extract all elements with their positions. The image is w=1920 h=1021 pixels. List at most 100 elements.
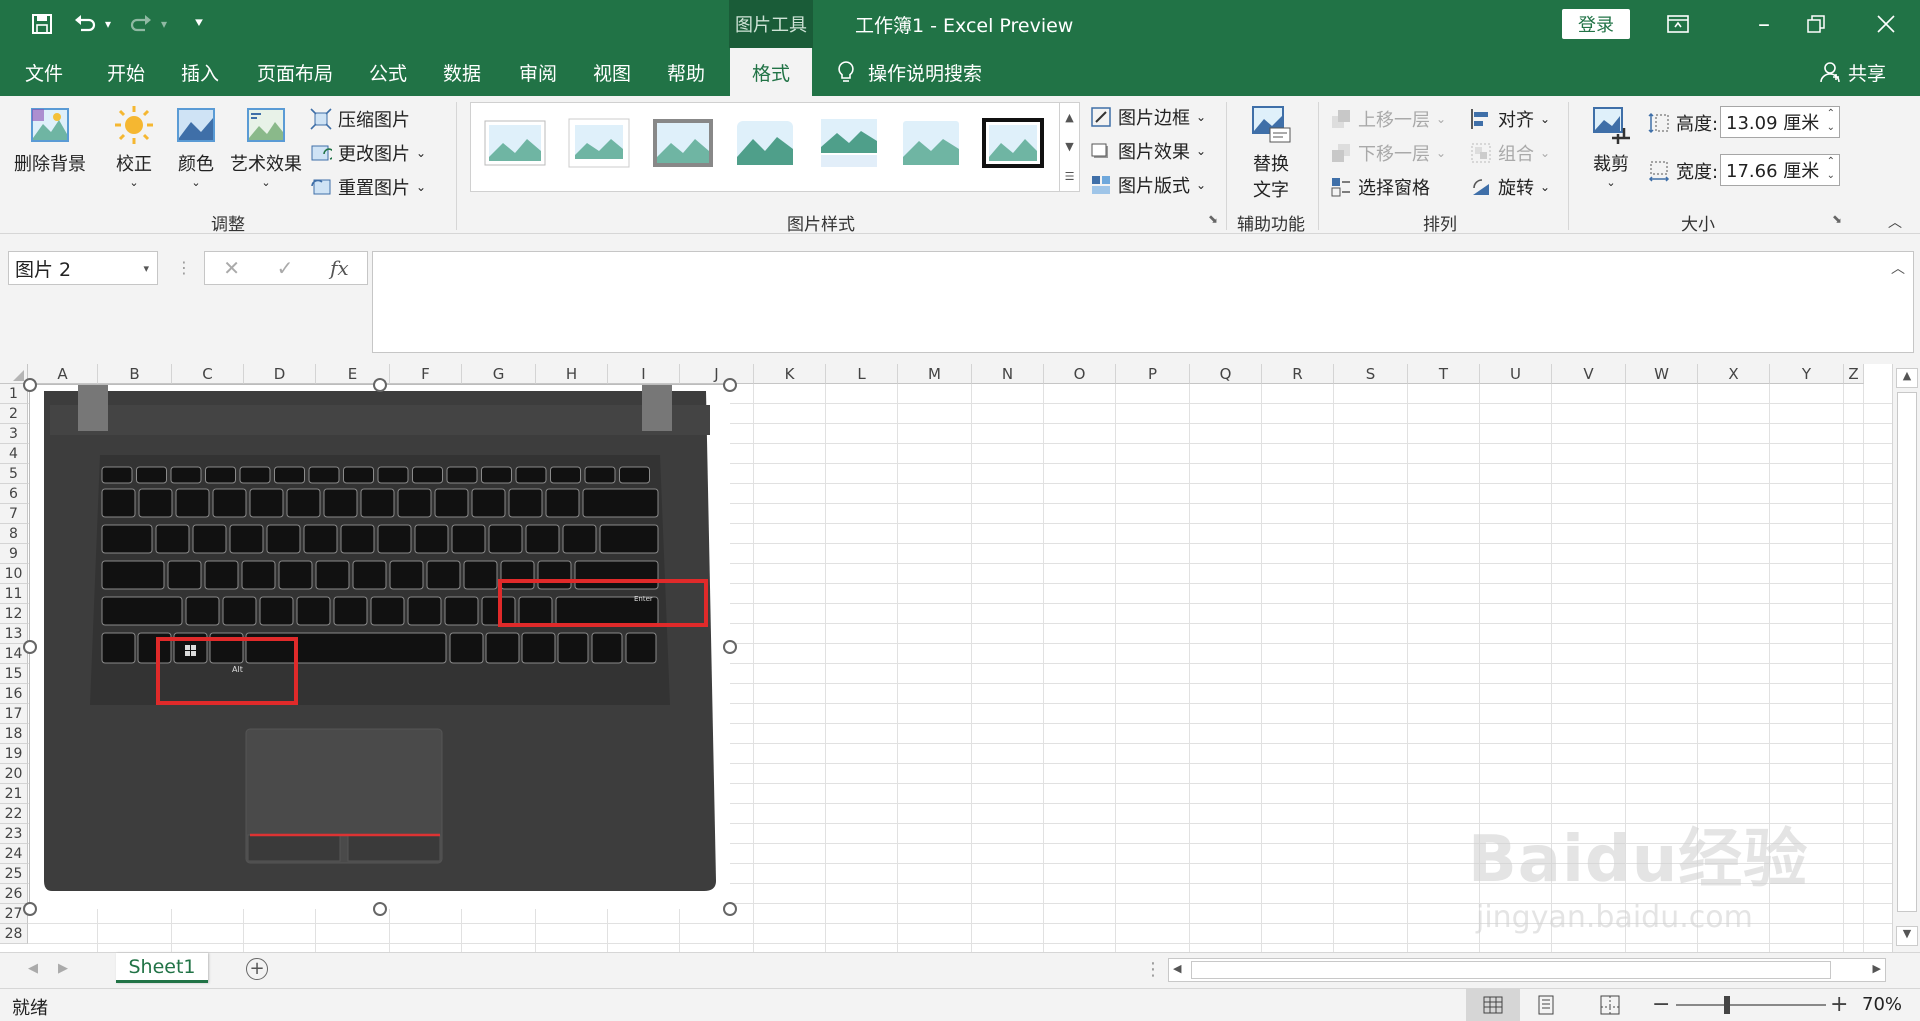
resize-handle-nw[interactable] xyxy=(23,378,37,392)
reset-picture-button[interactable]: 重置图片 ⌄ xyxy=(310,174,426,200)
column-header[interactable]: S xyxy=(1334,364,1408,384)
tell-me-search[interactable]: 操作说明搜索 xyxy=(836,48,982,96)
zoom-in-icon[interactable]: + xyxy=(1830,992,1848,1017)
row-header[interactable]: 22 xyxy=(0,804,28,824)
scroll-down-icon[interactable]: ▼ xyxy=(1896,926,1918,946)
width-input[interactable]: 17.66 厘米 ⌃ ⌄ xyxy=(1720,154,1840,186)
row-header[interactable]: 4 xyxy=(0,444,28,464)
sheet-tab-sheet1[interactable]: Sheet1 xyxy=(116,953,208,983)
name-box[interactable]: 图片 2 ▾ xyxy=(8,251,158,285)
column-header[interactable]: G xyxy=(462,364,536,384)
artistic-effects-button[interactable]: 艺术效果 ⌄ xyxy=(228,104,304,189)
width-spinner[interactable]: ⌃ ⌄ xyxy=(1827,155,1835,183)
restore-icon[interactable] xyxy=(1798,0,1834,48)
zoom-out-icon[interactable]: − xyxy=(1652,992,1670,1017)
login-button[interactable]: 登录 xyxy=(1562,9,1630,39)
column-header[interactable]: K xyxy=(754,364,826,384)
add-sheet-icon[interactable]: + xyxy=(246,958,268,980)
crop-button[interactable]: 裁剪 ⌄ xyxy=(1584,104,1638,189)
zoom-slider-thumb[interactable] xyxy=(1724,996,1730,1014)
scroll-right-icon[interactable]: ▶ xyxy=(1873,962,1881,975)
style-simple-frame[interactable] xyxy=(483,117,547,169)
tab-file[interactable]: 文件 xyxy=(14,48,74,96)
tab-page-layout[interactable]: 页面布局 xyxy=(250,48,340,96)
gallery-scroll[interactable]: ▲ ▼ ☰ xyxy=(1059,103,1079,191)
style-reflected[interactable] xyxy=(817,117,881,169)
row-header[interactable]: 20 xyxy=(0,764,28,784)
tab-help[interactable]: 帮助 xyxy=(656,48,716,96)
row-header[interactable]: 13 xyxy=(0,624,28,644)
column-header[interactable]: L xyxy=(826,364,898,384)
row-header[interactable]: 8 xyxy=(0,524,28,544)
vertical-scroll-thumb[interactable] xyxy=(1897,392,1917,912)
horizontal-scrollbar[interactable]: ◀ ▶ xyxy=(1168,958,1886,982)
worksheet-grid[interactable]: ABCDEFGHIJKLMNOPQRSTUVWXYZ 1 2 3 4 5 6 7 8 9 10 11… xyxy=(0,364,1920,952)
height-spinner[interactable]: ⌃ ⌄ xyxy=(1827,107,1835,135)
column-header[interactable]: R xyxy=(1262,364,1334,384)
formula-input[interactable]: ︿ xyxy=(372,251,1914,353)
style-soft-edge[interactable] xyxy=(733,117,797,169)
row-header[interactable]: 25 xyxy=(0,864,28,884)
column-header[interactable]: M xyxy=(898,364,972,384)
style-black-frame[interactable] xyxy=(981,117,1045,169)
share-button[interactable]: 共享 xyxy=(1820,48,1886,96)
picture-layout-button[interactable]: 图片版式 ⌄ xyxy=(1090,172,1206,198)
styles-dialog-launcher-icon[interactable]: ⬊ xyxy=(1208,212,1218,226)
column-header[interactable]: C xyxy=(172,364,244,384)
tab-formulas[interactable]: 公式 xyxy=(358,48,418,96)
column-header[interactable]: F xyxy=(390,364,462,384)
column-header[interactable]: B xyxy=(98,364,172,384)
column-header[interactable]: P xyxy=(1116,364,1190,384)
change-picture-button[interactable]: 更改图片 ⌄ xyxy=(310,140,426,166)
name-box-dropdown-icon[interactable]: ▾ xyxy=(143,262,149,275)
scroll-up-icon[interactable]: ▲ xyxy=(1896,368,1918,388)
resize-handle-w[interactable] xyxy=(23,640,37,654)
insert-function-icon[interactable]: fx xyxy=(330,256,349,280)
row-header[interactable]: 19 xyxy=(0,744,28,764)
style-rounded[interactable] xyxy=(899,117,963,169)
ribbon-display-icon[interactable] xyxy=(1660,0,1696,48)
alt-text-button[interactable]: 替换 文字 xyxy=(1240,104,1302,202)
remove-background-button[interactable]: 删除背景 xyxy=(14,104,86,176)
gallery-more-icon[interactable]: ☰ xyxy=(1065,170,1075,183)
row-header[interactable]: 5 xyxy=(0,464,28,484)
normal-view-button[interactable] xyxy=(1466,989,1520,1021)
zoom-level[interactable]: 70% xyxy=(1862,994,1902,1015)
row-header[interactable]: 9 xyxy=(0,544,28,564)
row-header[interactable]: 26 xyxy=(0,884,28,904)
column-header[interactable]: Z xyxy=(1844,364,1864,384)
row-header[interactable]: 2 xyxy=(0,404,28,424)
selection-pane-button[interactable]: 选择窗格 xyxy=(1330,174,1430,200)
column-header[interactable]: X xyxy=(1698,364,1770,384)
resize-handle-se[interactable] xyxy=(723,902,737,916)
column-header[interactable]: U xyxy=(1480,364,1552,384)
compress-pictures-button[interactable]: 压缩图片 xyxy=(310,106,410,132)
row-header[interactable]: 7 xyxy=(0,504,28,524)
corrections-button[interactable]: 校正 ⌄ xyxy=(108,104,160,189)
tab-insert[interactable]: 插入 xyxy=(170,48,230,96)
column-header[interactable]: Y xyxy=(1770,364,1844,384)
gallery-up-icon[interactable]: ▲ xyxy=(1065,111,1073,124)
row-header[interactable]: 11 xyxy=(0,584,28,604)
column-header[interactable]: N xyxy=(972,364,1044,384)
row-header[interactable]: 24 xyxy=(0,844,28,864)
formula-collapse-icon[interactable]: ︿ xyxy=(1891,258,1905,278)
tab-view[interactable]: 视图 xyxy=(582,48,642,96)
row-header[interactable]: 15 xyxy=(0,664,28,684)
next-sheet-icon[interactable]: ▶ xyxy=(58,961,68,976)
row-header[interactable]: 12 xyxy=(0,604,28,624)
row-header[interactable]: 10 xyxy=(0,564,28,584)
align-button[interactable]: 对齐 ⌄ xyxy=(1470,106,1550,132)
row-header[interactable]: 23 xyxy=(0,824,28,844)
resize-handle-n[interactable] xyxy=(373,378,387,392)
tab-format[interactable]: 格式 xyxy=(730,48,812,96)
tab-review[interactable]: 审阅 xyxy=(508,48,568,96)
resize-handle-ne[interactable] xyxy=(723,378,737,392)
size-dialog-launcher-icon[interactable]: ⬊ xyxy=(1832,212,1842,226)
column-header[interactable]: T xyxy=(1408,364,1480,384)
collapse-ribbon-icon[interactable]: ︿ xyxy=(1888,212,1902,232)
row-header[interactable]: 6 xyxy=(0,484,28,504)
picture-border-button[interactable]: 图片边框 ⌄ xyxy=(1090,104,1206,130)
column-header[interactable]: I xyxy=(608,364,680,384)
row-header[interactable]: 18 xyxy=(0,724,28,744)
